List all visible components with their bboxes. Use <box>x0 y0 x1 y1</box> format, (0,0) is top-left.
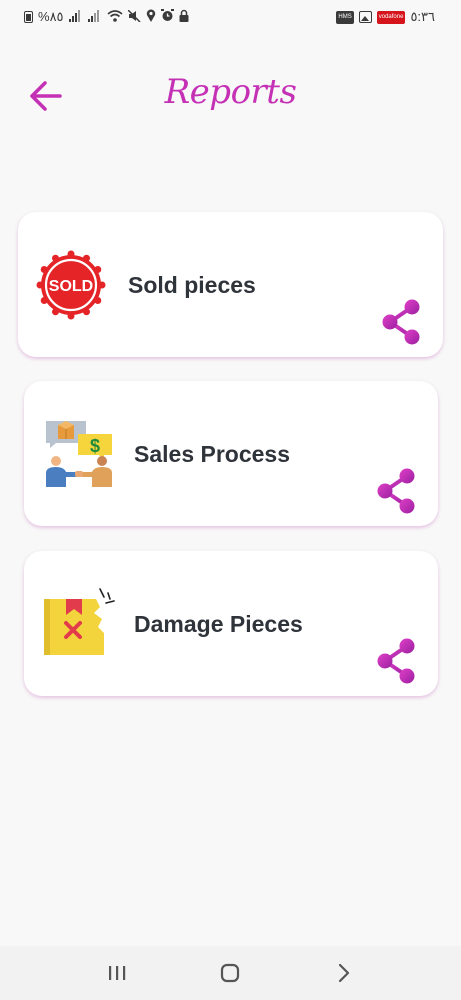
dollar-sign: $ <box>90 436 100 456</box>
status-bar-right: HMS vodafone ٥:٣٦ <box>336 9 435 25</box>
recent-apps-button[interactable] <box>87 946 147 1000</box>
recent-apps-icon <box>108 966 126 980</box>
battery-icon <box>24 11 33 23</box>
home-icon <box>221 963 240 983</box>
share-button[interactable] <box>372 636 422 686</box>
sales-handshake-icon: $ <box>42 417 112 487</box>
lock-icon <box>179 9 189 25</box>
share-icon <box>377 468 415 514</box>
share-icon <box>377 638 415 684</box>
signal-icon <box>87 9 102 25</box>
status-bar-left: %٨٥ <box>24 8 189 25</box>
report-card-damage-pieces[interactable]: Damage Pieces <box>24 551 438 696</box>
report-label: Sold pieces <box>128 272 256 298</box>
share-button[interactable] <box>377 297 427 347</box>
alarm-icon <box>160 9 174 25</box>
signal-icon <box>68 9 83 25</box>
clock: ٥:٣٦ <box>410 9 435 24</box>
share-icon <box>382 299 420 345</box>
mute-icon <box>127 8 141 25</box>
wifi-icon <box>107 9 123 25</box>
report-label: Damage Pieces <box>134 611 303 637</box>
system-back-button[interactable] <box>314 946 374 1000</box>
page-title: Reports <box>164 72 297 112</box>
system-nav-bar <box>0 946 461 1000</box>
hms-icon: HMS <box>336 10 354 24</box>
report-card-sold-pieces[interactable]: SOLD Sold pieces <box>18 212 443 357</box>
status-bar: %٨٥ HMS vodafone ٥:٣٦ <box>0 0 461 34</box>
location-icon <box>146 9 156 25</box>
report-card-sales-process[interactable]: $ Sales Process <box>24 381 438 526</box>
sold-badge-text: SOLD <box>49 278 93 295</box>
home-button[interactable] <box>200 946 260 1000</box>
sold-badge-icon: SOLD <box>36 250 106 320</box>
app-header: Reports <box>0 60 461 132</box>
gallery-icon <box>358 11 372 23</box>
damaged-box-icon <box>42 587 115 657</box>
vodafone-icon: vodafone <box>376 10 406 24</box>
share-button[interactable] <box>372 466 422 516</box>
back-chevron-icon <box>339 963 350 983</box>
report-label: Sales Process <box>134 441 291 467</box>
battery-text: %٨٥ <box>38 9 64 24</box>
